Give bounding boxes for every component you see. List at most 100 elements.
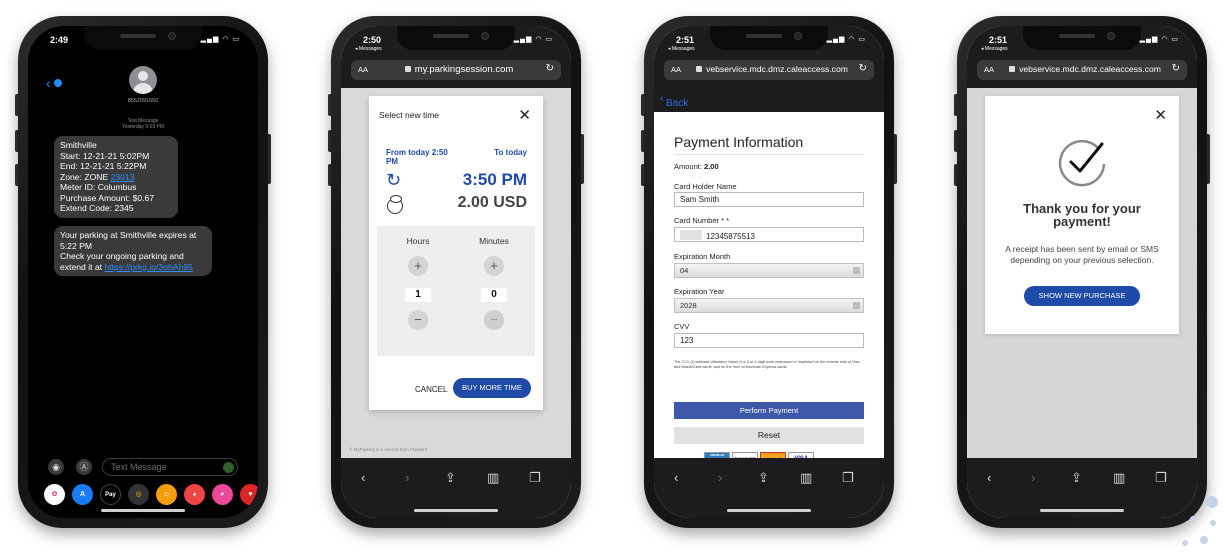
nav-back-label: Back: [666, 98, 689, 109]
back-arrow-icon[interactable]: ‹: [361, 470, 365, 485]
apple-pay-label: Pay: [105, 492, 116, 498]
cvv-input[interactable]: 123: [674, 333, 864, 348]
search-images-icon[interactable]: ⌕: [212, 484, 233, 505]
confirmation-screen: 2:51 ◂ Messages ▂▄▆ ◠ ▭ AA vebservice.md…: [967, 26, 1197, 518]
home-indicator: [1040, 509, 1124, 512]
decor-dot: [1210, 520, 1216, 526]
safari-top-bar: 2:50 ◂ Messages ▂▄▆ ◠ ▭ AA my.parkingses…: [341, 26, 571, 88]
url-text: my.parkingsession.com: [379, 64, 539, 75]
camera-icon[interactable]: ◉: [48, 459, 64, 475]
reload-icon[interactable]: ↻: [546, 63, 554, 74]
memoji-icon[interactable]: ☺: [156, 484, 177, 505]
reset-button[interactable]: Reset: [674, 427, 864, 444]
zone-link[interactable]: 23013: [111, 172, 135, 182]
tabs-icon[interactable]: ❐: [1155, 470, 1167, 486]
minutes-value[interactable]: 0: [481, 288, 507, 302]
amount-row: Amount: 2.00: [674, 162, 719, 171]
safari-top-bar: 2:51 ◂ Messages ▂▄▆ ◠ ▭ AA vebservice.md…: [967, 26, 1197, 88]
minutes-minus-button[interactable]: −: [484, 310, 504, 330]
address-bar[interactable]: AA my.parkingsession.com ↻: [351, 60, 561, 80]
hours-label: Hours: [406, 236, 430, 246]
nav-back-link[interactable]: ‹ Back: [660, 93, 688, 109]
back-arrow-icon[interactable]: ‹: [674, 470, 678, 485]
hours-plus-button[interactable]: +: [408, 256, 428, 276]
price-value: 2.00 USD: [457, 194, 527, 211]
thank-you-title: Thank you for your payment!: [1023, 201, 1141, 229]
phone-payment-form: 2:51 ◂ Messages ▂▄▆ ◠ ▭ AA vebservice.md…: [641, 16, 897, 528]
msg-line-zone: Zone: ZONE 23013: [60, 172, 172, 183]
back-to-messages[interactable]: ◂ Messages: [981, 46, 1008, 52]
close-icon[interactable]: ✕: [518, 106, 531, 124]
apple-pay-icon[interactable]: Pay: [100, 484, 121, 505]
text-size-button[interactable]: AA: [358, 65, 368, 74]
address-bar[interactable]: AA vebservice.mdc.dmz.caleaccess.com ↻: [664, 60, 874, 80]
select-time-modal: Select new time ✕ From today 2:50 PM To …: [369, 96, 543, 410]
home-indicator: [101, 509, 185, 512]
bookmarks-icon[interactable]: ▥: [800, 470, 812, 486]
text-size-button[interactable]: AA: [984, 65, 994, 74]
signal-wifi-battery-icon: ▂▄▆ ◠ ▭: [826, 36, 866, 43]
chevron-down-icon: [853, 267, 860, 274]
home-indicator: [727, 509, 811, 512]
lock-icon: [696, 66, 703, 72]
cvv-help-text: The CVV (Creditcard Validation Value) is…: [674, 360, 860, 369]
url-value: vebservice.mdc.dmz.caleaccess.com: [706, 64, 848, 74]
exp-year-value: 2028: [680, 301, 697, 310]
back-arrow-icon[interactable]: ‹: [987, 470, 991, 485]
back-to-messages[interactable]: ◂ Messages: [668, 46, 695, 52]
cancel-button[interactable]: CANCEL: [415, 385, 447, 394]
status-bar: 2:51 ◂ Messages ▂▄▆ ◠ ▭: [967, 32, 1197, 52]
buy-more-time-button[interactable]: BUY MORE TIME: [453, 378, 531, 398]
forward-arrow-icon[interactable]: ›: [1031, 470, 1035, 485]
message-input-row: ◉ Ⓐ Text Message: [48, 458, 238, 476]
checkmark-circle-icon: [1058, 139, 1106, 187]
hours-value[interactable]: 1: [405, 288, 431, 302]
more-apps-icon[interactable]: ♥: [240, 484, 258, 505]
back-chevron-icon[interactable]: ‹: [46, 76, 62, 90]
forward-arrow-icon[interactable]: ›: [405, 470, 409, 485]
msg-line: Meter ID: Columbus: [60, 182, 137, 192]
new-end-time: 3:50 PM: [462, 170, 527, 189]
url-value: my.parkingsession.com: [414, 64, 514, 75]
perform-payment-button[interactable]: Perform Payment: [674, 402, 864, 419]
back-to-messages[interactable]: ◂ Messages: [355, 46, 382, 52]
show-new-purchase-button[interactable]: SHOW NEW PURCHASE: [1024, 286, 1140, 306]
card-number-value: 12345875513: [706, 232, 755, 241]
safari-toolbar: ‹ › ⇪ ▥ ❐: [967, 458, 1197, 518]
hours-minus-button[interactable]: −: [408, 310, 428, 330]
photos-app-icon[interactable]: ✿: [44, 484, 65, 505]
app-store-icon[interactable]: Ⓐ: [76, 459, 92, 475]
reload-icon[interactable]: ↻: [1172, 63, 1180, 74]
contact-number[interactable]: 8552091650: [28, 98, 258, 104]
close-icon[interactable]: ✕: [1154, 106, 1167, 124]
forward-arrow-icon[interactable]: ›: [718, 470, 722, 485]
exp-year-select[interactable]: 2028: [674, 298, 864, 313]
chevron-down-icon: [853, 302, 860, 309]
bookmarks-icon[interactable]: ▥: [1113, 470, 1125, 486]
lock-icon: [1009, 66, 1016, 72]
card-holder-input[interactable]: Sam Smith: [674, 192, 864, 207]
share-icon[interactable]: ⇪: [1071, 470, 1082, 486]
share-icon[interactable]: ⇪: [758, 470, 769, 486]
tabs-icon[interactable]: ❐: [529, 470, 541, 486]
reload-icon[interactable]: ↻: [859, 63, 867, 74]
decor-dot: [1182, 540, 1188, 546]
bookmarks-icon[interactable]: ▥: [487, 470, 499, 486]
animoji-icon[interactable]: ◕: [184, 484, 205, 505]
audio-icon[interactable]: [223, 462, 234, 473]
contact-avatar[interactable]: [129, 66, 157, 94]
phone-messages: 2:49 ▂▄▆ ◠ ▭ ‹ 8552091650 Text Message Y…: [15, 16, 271, 528]
share-icon[interactable]: ⇪: [445, 470, 456, 486]
tabs-icon[interactable]: ❐: [842, 470, 854, 486]
address-bar[interactable]: AA vebservice.mdc.dmz.caleaccess.com ↻: [977, 60, 1187, 80]
card-number-input[interactable]: 12345875513: [674, 227, 864, 242]
app-store-app-icon[interactable]: A: [72, 484, 93, 505]
message-input[interactable]: Text Message: [102, 458, 238, 476]
text-size-button[interactable]: AA: [671, 65, 681, 74]
fitness-app-icon[interactable]: ◎: [128, 484, 149, 505]
exp-month-select[interactable]: 04: [674, 263, 864, 278]
phone-payment-confirmation: 2:51 ◂ Messages ▂▄▆ ◠ ▭ AA vebservice.md…: [954, 16, 1210, 528]
status-time: 2:50: [363, 35, 382, 45]
minutes-plus-button[interactable]: +: [484, 256, 504, 276]
extend-link[interactable]: https://prkg.io/3ohAh95: [104, 262, 192, 272]
